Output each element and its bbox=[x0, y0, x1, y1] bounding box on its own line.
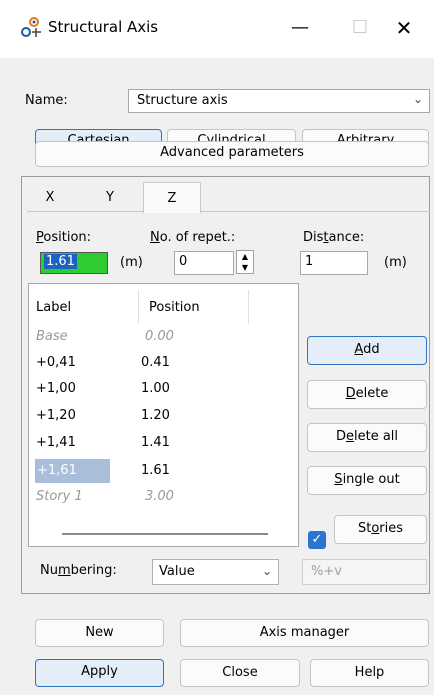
row-label[interactable]: +1,41 bbox=[36, 435, 76, 450]
column-header-position[interactable]: Position bbox=[149, 300, 200, 315]
tab-y[interactable]: Y bbox=[90, 182, 130, 213]
position-label: Position: bbox=[36, 230, 92, 245]
chevron-down-icon: ⌄ bbox=[261, 564, 272, 578]
name-label: Name: bbox=[25, 93, 68, 108]
row-position[interactable]: 1.41 bbox=[141, 435, 170, 450]
numbering-label: Numbering: bbox=[40, 563, 117, 578]
add-button[interactable]: Add bbox=[307, 336, 427, 365]
tab-z[interactable]: Z bbox=[143, 182, 201, 213]
row-position[interactable]: 1.61 bbox=[141, 463, 170, 478]
numbering-select[interactable]: Value ⌄ bbox=[152, 559, 279, 585]
spin-down-icon[interactable]: ▼ bbox=[237, 262, 253, 273]
row-position[interactable]: 0.00 bbox=[145, 329, 174, 344]
name-select[interactable]: Structure axis ⌄ bbox=[128, 89, 430, 113]
stories-checkbox[interactable]: ✓ bbox=[308, 531, 326, 549]
axis-manager-button[interactable]: Axis manager bbox=[180, 619, 429, 647]
close-button[interactable]: ✕ bbox=[384, 14, 424, 42]
close-dialog-button[interactable]: Close bbox=[180, 659, 300, 687]
minimize-button[interactable]: — bbox=[280, 14, 320, 42]
name-value: Structure axis bbox=[137, 93, 228, 108]
repetitions-input[interactable]: 0 bbox=[174, 251, 234, 275]
row-label[interactable]: +1,00 bbox=[36, 381, 76, 396]
repetitions-spinner[interactable]: ▲ ▼ bbox=[236, 250, 254, 274]
new-button[interactable]: New bbox=[35, 619, 164, 647]
window-title: Structural Axis bbox=[48, 18, 159, 36]
stories-button[interactable]: Stories bbox=[334, 515, 427, 544]
horizontal-scrollbar[interactable] bbox=[62, 533, 268, 535]
help-button[interactable]: Help bbox=[310, 659, 429, 687]
distance-unit: (m) bbox=[384, 255, 407, 270]
row-position[interactable]: 3.00 bbox=[145, 489, 174, 504]
tab-strip bbox=[27, 182, 430, 212]
delete-button[interactable]: Delete bbox=[307, 380, 427, 409]
distance-input[interactable]: 1 bbox=[300, 251, 368, 275]
chevron-down-icon: ⌄ bbox=[412, 92, 423, 106]
row-label[interactable]: +1,61 bbox=[37, 463, 77, 478]
row-label[interactable]: +0,41 bbox=[36, 355, 76, 370]
structural-axis-icon bbox=[21, 17, 41, 37]
row-position[interactable]: 0.41 bbox=[141, 355, 170, 370]
row-position[interactable]: 1.20 bbox=[141, 408, 170, 423]
maximize-button[interactable]: ☐ bbox=[340, 14, 380, 42]
numbering-value: Value bbox=[159, 564, 195, 579]
apply-button[interactable]: Apply bbox=[35, 659, 164, 687]
row-label[interactable]: Story 1 bbox=[36, 489, 83, 504]
column-divider bbox=[248, 290, 249, 324]
distance-label: Distance: bbox=[303, 230, 365, 245]
delete-all-button[interactable]: Delete all bbox=[307, 423, 427, 452]
advanced-parameters-button[interactable]: Advanced parameters bbox=[35, 141, 429, 167]
column-divider bbox=[138, 290, 139, 324]
position-value: 1.61 bbox=[44, 254, 77, 269]
position-input[interactable]: 1.61 bbox=[40, 252, 108, 274]
tab-x[interactable]: X bbox=[30, 182, 70, 213]
row-label[interactable]: +1,20 bbox=[36, 408, 76, 423]
column-header-label[interactable]: Label bbox=[36, 300, 71, 315]
row-position[interactable]: 1.00 bbox=[141, 381, 170, 396]
row-label[interactable]: Base bbox=[36, 329, 68, 344]
repetitions-label: No. of repet.: bbox=[150, 230, 236, 245]
single-out-button[interactable]: Single out bbox=[307, 466, 427, 495]
spin-up-icon[interactable]: ▲ bbox=[237, 251, 253, 262]
numbering-format-field[interactable]: %+v bbox=[302, 559, 427, 585]
position-unit: (m) bbox=[120, 255, 143, 270]
